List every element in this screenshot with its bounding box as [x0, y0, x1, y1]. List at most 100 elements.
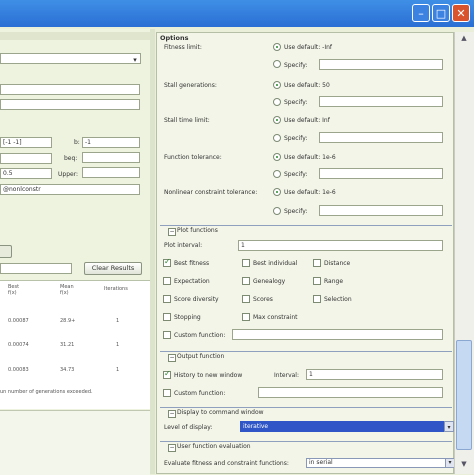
fitness-limit-default-radio[interactable] — [273, 43, 281, 51]
beq-field[interactable] — [82, 152, 140, 163]
best-fitness-label: Best fitness — [174, 260, 210, 267]
score-diversity-label: Score diversity — [174, 296, 219, 303]
collapse-icon[interactable]: − — [168, 410, 176, 418]
function-tolerance-specify-radio[interactable] — [273, 170, 281, 178]
stopping-checkbox[interactable] — [163, 313, 171, 321]
scroll-down-icon[interactable]: ▼ — [456, 460, 472, 472]
function-tolerance-field[interactable] — [319, 168, 443, 179]
collapse-icon[interactable]: − — [168, 354, 176, 362]
stall-generations-default-label: Use default: 50 — [284, 82, 330, 89]
results-header-best: Best f(x) — [8, 284, 20, 296]
specify-label: Specify: — [284, 99, 308, 106]
scroll-up-icon[interactable]: ▲ — [456, 34, 472, 46]
fitness-function-field[interactable] — [0, 84, 140, 95]
results-header-iterations: Iterations — [104, 286, 128, 292]
close-icon[interactable]: ✕ — [452, 4, 470, 22]
window-titlebar[interactable] — [0, 0, 474, 27]
nonlinear-tolerance-field[interactable] — [319, 205, 443, 216]
clear-results-button[interactable]: Clear Results — [84, 262, 142, 275]
chevron-down-icon[interactable]: ▾ — [130, 55, 140, 65]
aeq-field[interactable] — [0, 153, 52, 164]
maximize-icon[interactable]: □ — [432, 4, 450, 22]
left-pane-header — [0, 32, 150, 40]
table-row-iter: 1 — [116, 367, 120, 373]
nonlinear-constraint-field[interactable]: @nonlconstr — [0, 184, 140, 195]
custom-output-field[interactable] — [258, 387, 443, 398]
scores-checkbox[interactable] — [242, 295, 250, 303]
max-constraint-checkbox[interactable] — [242, 313, 250, 321]
display-section[interactable]: − Display to command window — [160, 407, 452, 418]
lower-bound-field[interactable]: 0.5 — [0, 168, 52, 179]
stall-time-default-label: Use default: Inf — [284, 117, 330, 124]
scrollbar-thumb[interactable] — [456, 340, 472, 450]
collapse-icon[interactable]: − — [168, 444, 176, 452]
function-tolerance-default-radio[interactable] — [273, 153, 281, 161]
fitness-limit-label: Fitness limit: — [164, 44, 202, 51]
stopping-label: Stopping — [174, 314, 201, 321]
level-of-display-select[interactable]: iterative — [240, 421, 445, 432]
nonlinear-tolerance-default-radio[interactable] — [273, 188, 281, 196]
function-tolerance-label: Function tolerance: — [164, 154, 222, 161]
stall-time-field[interactable] — [319, 132, 443, 143]
minimize-icon[interactable]: – — [412, 4, 430, 22]
genealogy-checkbox[interactable] — [242, 277, 250, 285]
display-title: Display to command window — [177, 409, 264, 416]
evaluate-mode-select[interactable]: in serial — [306, 458, 446, 468]
a-matrix-field[interactable]: [-1 -1] — [0, 137, 52, 148]
custom-plot-checkbox[interactable] — [163, 331, 171, 339]
selection-checkbox[interactable] — [313, 295, 321, 303]
range-label: Range — [324, 278, 344, 285]
results-header-mean: Mean f(x) — [60, 284, 74, 296]
specify-label: Specify: — [284, 135, 308, 142]
stall-generations-default-radio[interactable] — [273, 81, 281, 89]
table-row-best: 0.00087 — [8, 318, 29, 324]
genealogy-label: Genealogy — [253, 278, 286, 285]
fitness-limit-field[interactable] — [319, 59, 443, 70]
status-field — [0, 263, 72, 274]
distance-checkbox[interactable] — [313, 259, 321, 267]
output-interval-field[interactable]: 1 — [306, 369, 443, 380]
nonlinear-tolerance-default-label: Use default: 1e-6 — [284, 189, 336, 196]
custom-plot-field[interactable] — [232, 329, 443, 340]
solver-select[interactable] — [0, 53, 141, 64]
table-row-mean: 34.73 — [60, 367, 75, 373]
chevron-down-icon[interactable]: ▾ — [444, 421, 454, 432]
best-fitness-checkbox[interactable] — [163, 257, 171, 267]
level-of-display-label: Level of display: — [164, 424, 213, 431]
upper-bound-field[interactable] — [82, 167, 140, 178]
num-variables-field[interactable] — [0, 99, 140, 110]
collapse-icon[interactable]: − — [168, 228, 176, 236]
plot-functions-section[interactable]: − Plot functions — [160, 225, 452, 236]
expectation-checkbox[interactable] — [163, 277, 171, 285]
stall-time-default-radio[interactable] — [273, 116, 281, 124]
output-function-title: Output function — [177, 353, 225, 360]
pane-splitter[interactable] — [150, 29, 155, 474]
final-point-panel — [0, 410, 150, 475]
score-diversity-checkbox[interactable] — [163, 295, 171, 303]
specify-label: Specify: — [284, 62, 308, 69]
user-function-section[interactable]: − User function evaluation — [160, 441, 452, 452]
b-label: b: — [74, 139, 80, 146]
start-button[interactable] — [0, 245, 12, 258]
fitness-limit-specify-radio[interactable] — [273, 60, 281, 68]
custom-output-checkbox[interactable] — [163, 389, 171, 397]
specify-label: Specify: — [284, 208, 308, 215]
history-window-checkbox[interactable] — [163, 369, 171, 379]
upper-label: Upper: — [58, 171, 79, 178]
range-checkbox[interactable] — [313, 277, 321, 285]
stall-generations-field[interactable] — [319, 96, 443, 107]
b-vector-field[interactable]: -1 — [82, 137, 140, 148]
table-row-mean: 28.9+ — [60, 318, 76, 324]
stall-generations-specify-radio[interactable] — [273, 98, 281, 106]
expectation-label: Expectation — [174, 278, 210, 285]
output-function-section[interactable]: − Output function — [160, 351, 452, 362]
table-row-best: 0.00083 — [8, 367, 29, 373]
max-constraint-label: Max constraint — [253, 314, 298, 321]
plot-interval-field[interactable]: 1 — [238, 240, 443, 251]
history-window-label: History to new window — [174, 372, 243, 379]
stall-time-specify-radio[interactable] — [273, 134, 281, 142]
best-individual-checkbox[interactable] — [242, 259, 250, 267]
nonlinear-tolerance-specify-radio[interactable] — [273, 207, 281, 215]
selection-label: Selection — [324, 296, 352, 303]
plot-functions-title: Plot functions — [177, 227, 218, 234]
